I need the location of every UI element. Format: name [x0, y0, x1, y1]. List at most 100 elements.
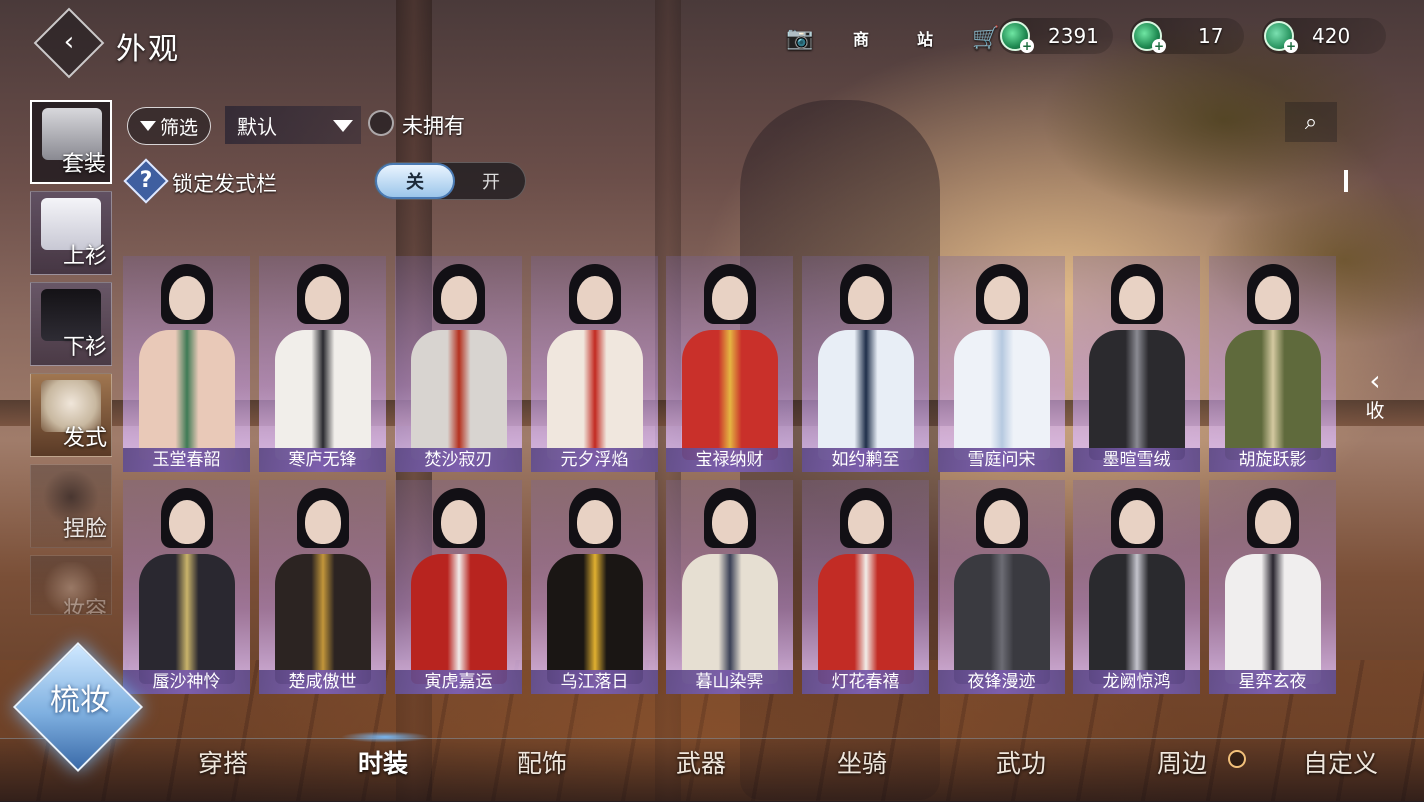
outfit-portrait	[938, 256, 1065, 460]
lock-hairstyle-label: 锁定发式栏	[172, 172, 277, 196]
character-outfit	[547, 554, 643, 684]
lock-hairstyle-toggle[interactable]: 关 开	[374, 162, 526, 200]
outfit-name: 乌江落日	[531, 670, 658, 694]
unowned-label: 未拥有	[402, 114, 465, 138]
character-outfit	[1225, 330, 1321, 460]
outfit-card[interactable]: 焚沙寂刃	[395, 256, 522, 472]
character-outfit	[682, 554, 778, 684]
tab-martial-arts[interactable]: 武功	[996, 744, 1046, 780]
sort-dropdown[interactable]: 默认	[225, 106, 361, 144]
scrollbar-thumb[interactable]	[1344, 170, 1348, 192]
outfit-card[interactable]: 楚咸傲世	[259, 480, 386, 694]
outfit-card[interactable]: 雪庭问宋	[938, 256, 1065, 472]
outfit-card[interactable]: 乌江落日	[531, 480, 658, 694]
category-makeup[interactable]: 妆容	[30, 555, 112, 615]
outfit-card[interactable]: 龙阙惊鸿	[1073, 480, 1200, 694]
category-suit[interactable]: 套装	[30, 100, 112, 184]
outfit-name: 夜锋漫迹	[938, 670, 1065, 694]
outfit-card[interactable]: 元夕浮焰	[531, 256, 658, 472]
toggle-off-option[interactable]: 关	[375, 163, 455, 199]
outfit-name: 胡旋跃影	[1209, 448, 1336, 472]
character-outfit	[275, 330, 371, 460]
jade-coin-icon: +	[1264, 21, 1298, 53]
outfit-portrait	[123, 256, 250, 460]
top-icon-bar: 📷 商 站 🛒	[783, 18, 1027, 58]
character-face	[1119, 500, 1155, 544]
currency-jade-1[interactable]: + 2391	[998, 18, 1113, 54]
outfit-name: 墨暄雪绒	[1073, 448, 1200, 472]
funnel-icon	[139, 121, 156, 131]
tab-outfit-combo[interactable]: 穿搭	[198, 744, 248, 780]
search-button[interactable]: ⌕	[1285, 102, 1337, 142]
outfit-card[interactable]: 星弈玄夜	[1209, 480, 1336, 694]
currency-value: 17	[1198, 24, 1224, 48]
character-face	[1119, 276, 1155, 320]
outfit-name: 雪庭问宋	[938, 448, 1065, 472]
category-top[interactable]: 上衫	[30, 191, 112, 275]
character-face	[169, 276, 205, 320]
currency-value: 2391	[1048, 24, 1099, 48]
outfit-portrait	[666, 256, 793, 460]
shop-icon[interactable]: 商	[841, 21, 881, 55]
currency-jade-3[interactable]: + 420	[1262, 18, 1386, 54]
notification-dot-icon	[1228, 750, 1246, 768]
outfit-portrait	[395, 256, 522, 460]
outfit-card[interactable]: 暮山染霁	[666, 480, 793, 694]
character-outfit	[411, 554, 507, 684]
category-face[interactable]: 捏脸	[30, 464, 112, 548]
station-icon[interactable]: 站	[905, 21, 945, 55]
outfit-card[interactable]: 夜锋漫迹	[938, 480, 1065, 694]
filter-button[interactable]: 筛选	[127, 107, 211, 145]
character-outfit	[139, 330, 235, 460]
tab-accessories[interactable]: 配饰	[517, 744, 567, 780]
outfit-card[interactable]: 寒庐无锋	[259, 256, 386, 472]
category-bottom[interactable]: 下衫	[30, 282, 112, 366]
makeup-button-label: 梳妆	[50, 683, 110, 718]
outfit-card[interactable]: 胡旋跃影	[1209, 256, 1336, 472]
outfit-card[interactable]: 寅虎嘉运	[395, 480, 522, 694]
category-panel: 套装 上衫 下衫 发式 捏脸 妆容	[27, 96, 117, 616]
outfit-name: 灯花春禧	[802, 670, 929, 694]
character-outfit	[818, 330, 914, 460]
outfit-portrait	[802, 256, 929, 460]
character-face	[441, 276, 477, 320]
outfit-card[interactable]: 灯花春禧	[802, 480, 929, 694]
camera-icon[interactable]: 📷	[783, 21, 817, 55]
tab-merchandise[interactable]: 周边	[1157, 744, 1207, 780]
outfit-portrait	[259, 256, 386, 460]
outfit-card[interactable]: 宝禄纳财	[666, 256, 793, 472]
character-outfit	[1225, 554, 1321, 684]
character-face	[1255, 500, 1291, 544]
outfit-name: 焚沙寂刃	[395, 448, 522, 472]
active-tab-indicator	[330, 730, 440, 744]
character-face	[577, 276, 613, 320]
character-outfit	[818, 554, 914, 684]
outfit-card[interactable]: 如约鹣至	[802, 256, 929, 472]
collapse-button[interactable]: ‹ 收	[1360, 366, 1390, 426]
category-hairstyle[interactable]: 发式	[30, 373, 112, 457]
currency-jade-2[interactable]: + 17	[1130, 18, 1244, 54]
tab-custom[interactable]: 自定义	[1303, 744, 1378, 780]
page-title: 外观	[116, 32, 180, 67]
outfit-card[interactable]: 墨暄雪绒	[1073, 256, 1200, 472]
character-face	[984, 500, 1020, 544]
tab-weapons[interactable]: 武器	[676, 744, 726, 780]
outfit-card[interactable]: 蜃沙神怜	[123, 480, 250, 694]
tab-mounts[interactable]: 坐骑	[837, 744, 887, 780]
unowned-radio[interactable]	[368, 110, 394, 136]
toggle-on-option[interactable]: 开	[465, 163, 517, 199]
outfit-portrait	[259, 480, 386, 684]
outfit-portrait	[802, 480, 929, 684]
outfit-portrait	[1073, 480, 1200, 684]
character-face	[305, 276, 341, 320]
outfit-portrait	[1209, 480, 1336, 684]
outfit-name: 蜃沙神怜	[123, 670, 250, 694]
character-face	[1255, 276, 1291, 320]
character-face	[712, 500, 748, 544]
tab-fashion[interactable]: 时装	[358, 744, 408, 780]
chevron-down-icon	[333, 120, 353, 132]
character-outfit	[954, 554, 1050, 684]
outfit-name: 暮山染霁	[666, 670, 793, 694]
outfit-card[interactable]: 玉堂春韶	[123, 256, 250, 472]
search-icon: ⌕	[1304, 109, 1318, 135]
